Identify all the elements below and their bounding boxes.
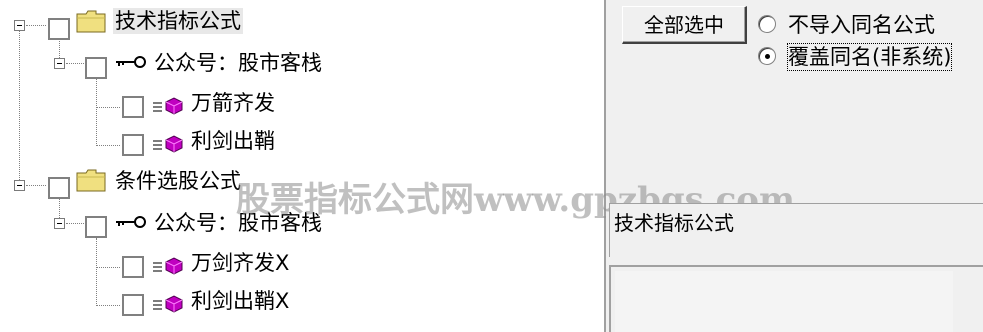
tree-node-formula[interactable]: 利剑出鞘 bbox=[191, 128, 275, 154]
radio-label[interactable]: 不导入同名公式 bbox=[788, 12, 935, 38]
collapse-toggle[interactable] bbox=[54, 218, 65, 229]
tree-node-public-account[interactable]: 公众号：股市客栈 bbox=[154, 210, 322, 236]
formula-name-text: 技术指标公式 bbox=[614, 211, 734, 235]
formula-tree[interactable]: 技术指标公式 公众号：股市客栈 万箭齐发 利剑出鞘 条件选股公式 公众号：股市客… bbox=[0, 0, 606, 332]
formula-icon bbox=[153, 97, 183, 115]
tree-line bbox=[66, 223, 84, 224]
checkbox-formula[interactable] bbox=[122, 294, 144, 316]
tree-node-formula[interactable]: 万剑齐发X bbox=[191, 250, 289, 276]
radio-label[interactable]: 覆盖同名(非系统) bbox=[786, 43, 953, 71]
checkbox-public-account[interactable] bbox=[85, 216, 107, 238]
formula-detail-box[interactable] bbox=[609, 265, 983, 332]
tree-node-tech-indicators[interactable]: 技术指标公式 bbox=[113, 8, 243, 34]
checkbox-formula[interactable] bbox=[122, 256, 144, 278]
radio-selected-dot bbox=[765, 54, 770, 59]
formula-detail-content bbox=[615, 271, 953, 332]
formula-icon bbox=[153, 295, 183, 313]
tree-line bbox=[19, 30, 20, 184]
tree-line bbox=[96, 78, 97, 144]
checkbox-formula[interactable] bbox=[122, 134, 144, 156]
checkbox-tech-indicators[interactable] bbox=[48, 18, 70, 40]
tree-node-formula[interactable]: 万箭齐发 bbox=[191, 90, 275, 116]
checkbox-formula[interactable] bbox=[122, 96, 144, 118]
tree-line bbox=[96, 238, 97, 304]
folder-icon bbox=[76, 10, 106, 33]
tree-node-public-account[interactable]: 公众号：股市客栈 bbox=[154, 50, 322, 76]
formula-icon bbox=[153, 135, 183, 153]
tree-node-stock-screening[interactable]: 条件选股公式 bbox=[115, 168, 241, 194]
radio-button[interactable] bbox=[758, 47, 776, 65]
select-all-button[interactable]: 全部选中 bbox=[622, 6, 747, 44]
tree-line bbox=[96, 107, 120, 108]
tree-line bbox=[26, 25, 46, 26]
tree-node-formula[interactable]: 利剑出鞘X bbox=[191, 288, 289, 314]
checkbox-stock-screening[interactable] bbox=[48, 177, 70, 199]
collapse-toggle[interactable] bbox=[14, 20, 25, 31]
formula-icon bbox=[153, 257, 183, 275]
key-icon bbox=[116, 216, 146, 228]
folder-icon bbox=[76, 169, 106, 192]
tree-line bbox=[26, 185, 46, 186]
tree-line bbox=[96, 145, 120, 146]
formula-name-box: 技术指标公式 bbox=[609, 203, 983, 257]
tree-line bbox=[96, 305, 120, 306]
checkbox-public-account[interactable] bbox=[85, 57, 107, 79]
collapse-toggle[interactable] bbox=[54, 58, 65, 69]
collapse-toggle[interactable] bbox=[14, 180, 25, 191]
key-icon bbox=[116, 56, 146, 68]
tree-line bbox=[66, 63, 84, 64]
tree-line bbox=[96, 267, 120, 268]
radio-button[interactable] bbox=[758, 15, 776, 33]
